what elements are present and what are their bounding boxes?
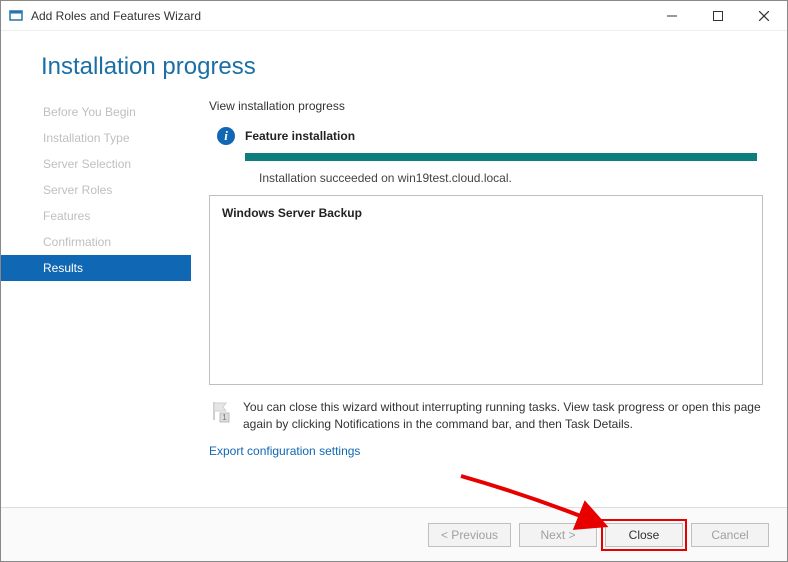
next-button: Next >	[519, 523, 597, 547]
status-row: i Feature installation	[217, 127, 763, 145]
main-row: Before You Begin Installation Type Serve…	[1, 91, 787, 507]
footer-buttons: < Previous Next > Close Cancel	[1, 507, 787, 561]
sidebar-item-before-you-begin: Before You Begin	[1, 99, 191, 125]
app-icon	[9, 8, 25, 24]
wizard-window: Add Roles and Features Wizard Installati…	[0, 0, 788, 562]
previous-button: < Previous	[428, 523, 511, 547]
panel-subheading: View installation progress	[209, 99, 763, 113]
info-icon: i	[217, 127, 235, 145]
sidebar-item-features: Features	[1, 203, 191, 229]
export-configuration-link[interactable]: Export configuration settings	[209, 444, 763, 458]
maximize-button[interactable]	[695, 1, 741, 30]
titlebar: Add Roles and Features Wizard	[1, 1, 787, 31]
sidebar-item-results: Results	[1, 255, 191, 281]
sidebar-item-server-roles: Server Roles	[1, 177, 191, 203]
content-area: Installation progress Before You Begin I…	[1, 31, 787, 561]
cancel-button: Cancel	[691, 523, 769, 547]
result-item: Windows Server Backup	[222, 206, 362, 220]
flag-icon: 1	[209, 399, 233, 423]
note-row: 1 You can close this wizard without inte…	[209, 399, 763, 434]
page-header: Installation progress	[1, 31, 787, 91]
status-title: Feature installation	[245, 129, 355, 143]
window-controls	[649, 1, 787, 30]
status-message: Installation succeeded on win19test.clou…	[259, 171, 763, 185]
sidebar-item-installation-type: Installation Type	[1, 125, 191, 151]
sidebar-item-server-selection: Server Selection	[1, 151, 191, 177]
note-text: You can close this wizard without interr…	[243, 399, 763, 434]
close-button[interactable]: Close	[605, 523, 683, 547]
results-box: Windows Server Backup	[209, 195, 763, 385]
progress-bar	[245, 153, 757, 161]
sidebar-item-confirmation: Confirmation	[1, 229, 191, 255]
window-title: Add Roles and Features Wizard	[31, 9, 649, 23]
minimize-button[interactable]	[649, 1, 695, 30]
wizard-steps-sidebar: Before You Begin Installation Type Serve…	[1, 91, 191, 507]
svg-text:1: 1	[222, 413, 227, 422]
close-window-button[interactable]	[741, 1, 787, 30]
page-title: Installation progress	[41, 53, 256, 81]
main-panel: View installation progress i Feature ins…	[191, 91, 787, 507]
